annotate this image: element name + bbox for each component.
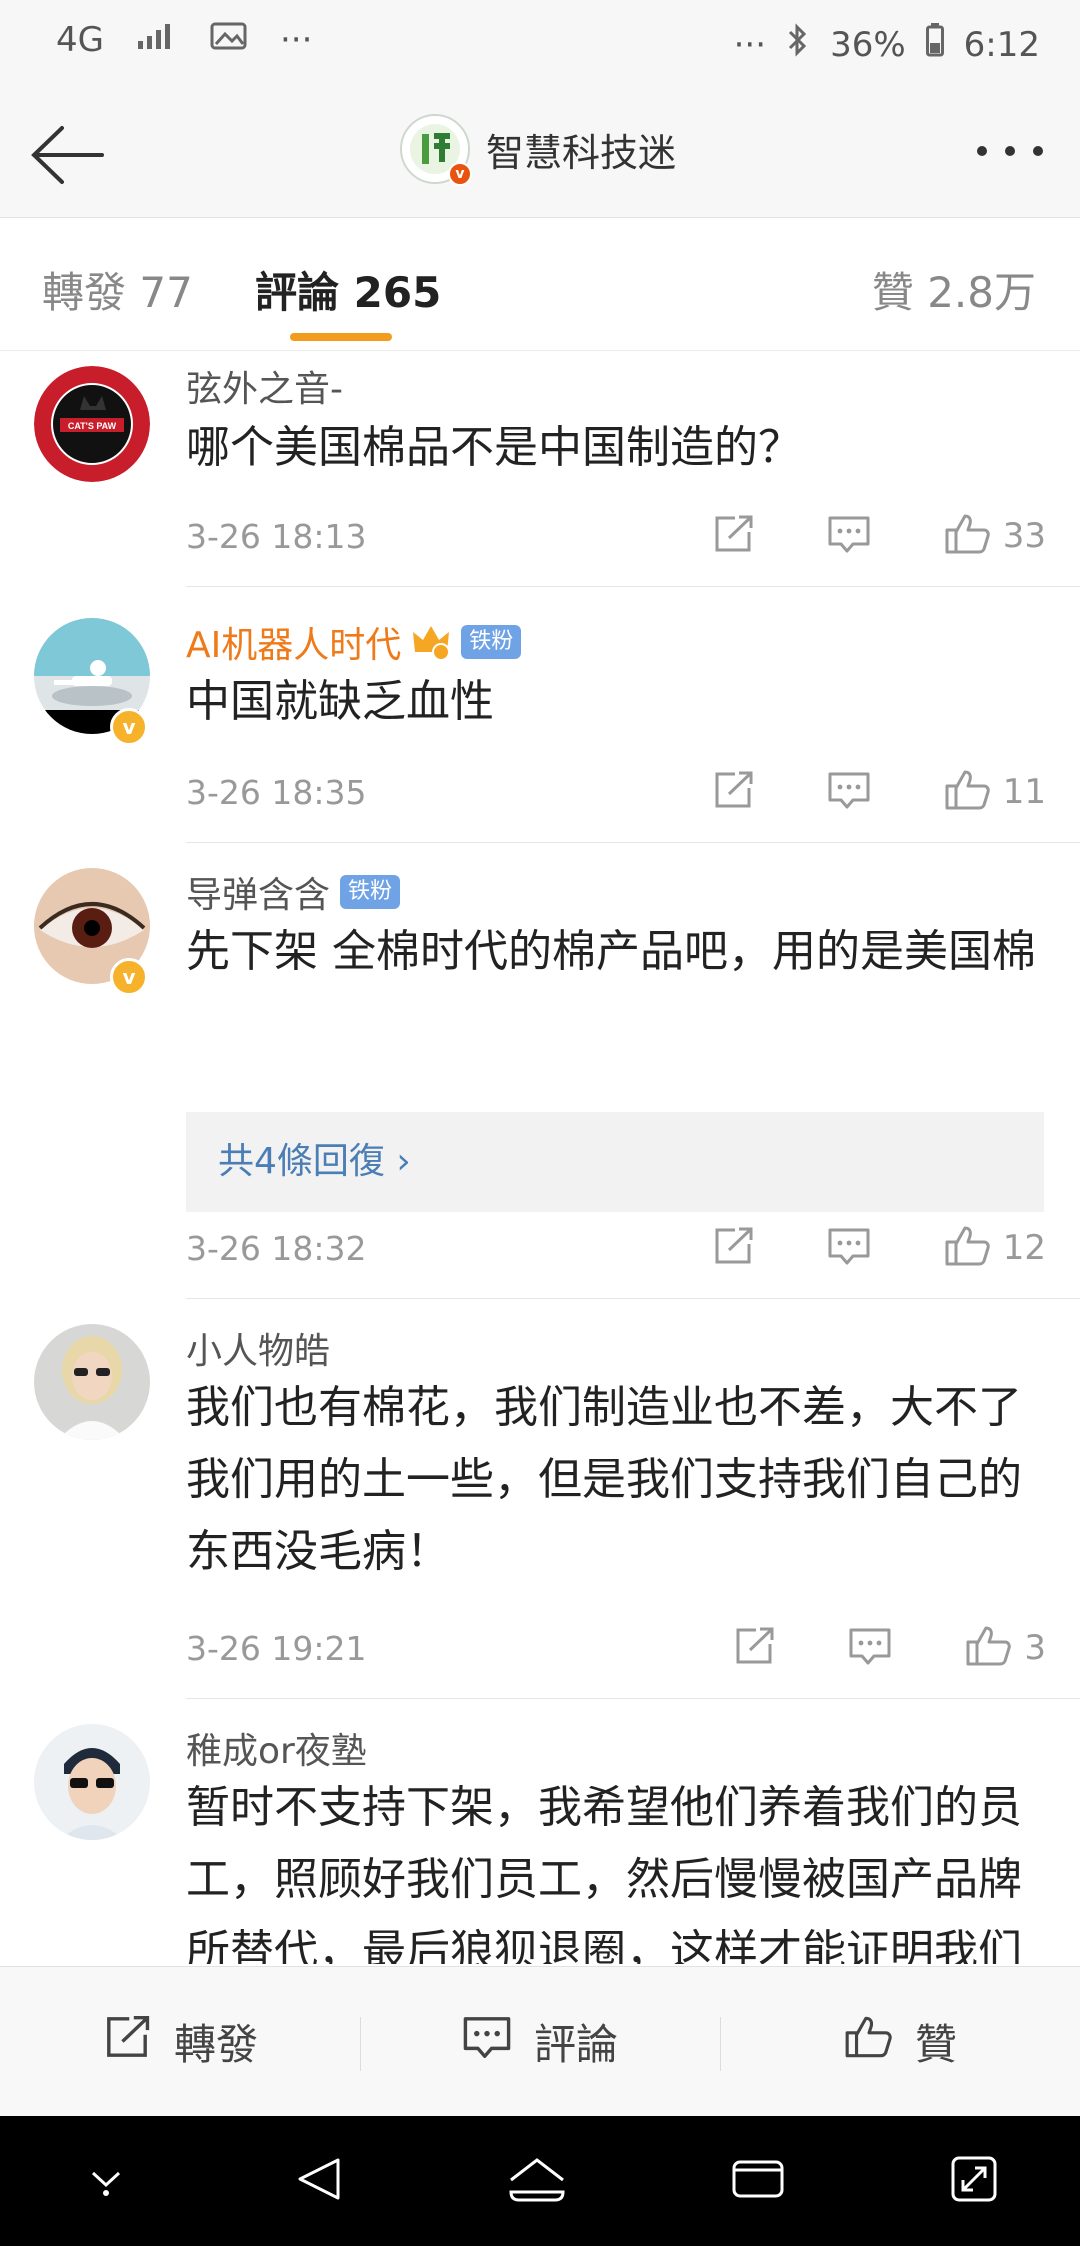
signal-icon — [136, 20, 178, 60]
like-icon[interactable] — [943, 1224, 991, 1272]
like-icon[interactable] — [964, 1624, 1012, 1672]
crown-icon — [411, 624, 451, 661]
avatar[interactable] — [34, 1324, 150, 1440]
divider — [186, 1698, 1080, 1699]
system-navigation-bar — [0, 2116, 1080, 2246]
comment-text: 哪个美国棉品不是中国制造的？ — [186, 422, 802, 473]
username[interactable]: 导弹含含 铁粉 — [186, 866, 401, 918]
svg-text:CAT'S PAW: CAT'S PAW — [68, 421, 117, 431]
clock: 6:12 — [963, 24, 1040, 65]
comment-item: CAT'S PAW 弦外之音- 哪个美国棉品不是中国制造的？ 3-26 18:1… — [0, 352, 1080, 588]
comment-icon[interactable] — [827, 770, 871, 814]
comment-text: 中国就缺乏血性 — [186, 676, 494, 727]
tab-bar: 轉發 77 評論 265 贊 2.8万 — [0, 219, 1080, 351]
avatar[interactable] — [34, 1724, 150, 1840]
comment-icon — [462, 2014, 512, 2070]
comment-text: 我们也有棉花，我们制造业也不差，大不了我们用的土一些，但是我们支持我们自己的东西… — [186, 1382, 1022, 1577]
more-dots-icon — [977, 146, 1043, 156]
person-sunglasses-icon — [34, 1724, 150, 1840]
comment-meta: 3-26 18:13 33 — [186, 506, 1046, 566]
comment-item: 稚成or夜塾 暂时不支持下架，我希望他们养着我们的员工，照顾好我们员工，然后慢慢… — [0, 1700, 1080, 1964]
like-count: 11 — [1002, 772, 1046, 812]
username[interactable]: AI机器人时代 铁粉 — [186, 616, 522, 668]
comment-label: 評論 — [533, 2020, 618, 2069]
cats-paw-logo-icon: CAT'S PAW — [34, 366, 150, 482]
repost-label: 轉發 — [173, 2020, 258, 2069]
tab-reposts[interactable]: 轉發 77 — [42, 259, 193, 320]
more-button[interactable] — [970, 136, 1050, 166]
expand-screen-icon[interactable] — [949, 2154, 999, 2208]
comment-time: 3-26 18:35 — [186, 772, 367, 812]
more-notifications-icon: ··· — [279, 20, 313, 60]
comment-time: 3-26 18:13 — [186, 516, 367, 556]
comment-list[interactable]: CAT'S PAW 弦外之音- 哪个美国棉品不是中国制造的？ 3-26 18:1… — [0, 352, 1080, 1964]
repost-button[interactable]: 轉發 — [0, 1967, 360, 2116]
divider — [186, 842, 1080, 843]
comment-time: 3-26 19:21 — [186, 1628, 367, 1668]
verified-badge: v — [110, 708, 148, 746]
account-name: 智慧科技迷 — [486, 130, 677, 175]
account-avatar[interactable]: v — [400, 114, 472, 186]
fan-badge: 铁粉 — [461, 625, 522, 659]
repost-icon[interactable] — [711, 514, 755, 558]
back-button[interactable] — [28, 120, 108, 190]
back-nav-icon[interactable] — [294, 2154, 344, 2208]
account-header[interactable]: v 智慧科技迷 — [400, 114, 677, 186]
recent-apps-icon[interactable] — [730, 2156, 786, 2206]
status-bar: 4G ··· ··· 36% 6:12 — [0, 0, 1080, 90]
hide-keyboard-icon[interactable] — [81, 2159, 131, 2203]
tab-comments[interactable]: 評論 265 — [255, 259, 441, 320]
comment-meta: 3-26 18:35 11 — [186, 762, 1046, 822]
repost-icon[interactable] — [711, 1226, 755, 1270]
repost-icon[interactable] — [732, 1626, 776, 1670]
username[interactable]: 稚成or夜塾 — [186, 1722, 367, 1774]
tab-likes[interactable]: 贊 2.8万 — [872, 259, 1036, 320]
battery-percent: 36% — [830, 24, 906, 65]
network-indicator: 4G — [56, 20, 104, 60]
comment-item: v 导弹含含 铁粉 先下架 全棉时代的棉产品吧，用的是美国棉 共4條回復 › 3… — [0, 844, 1080, 1300]
bottom-action-bar: 轉發 評論 贊 — [0, 1966, 1080, 2116]
verified-badge: v — [110, 958, 148, 996]
arrow-left-icon — [31, 126, 104, 184]
comment-meta: 3-26 18:32 12 — [186, 1218, 1046, 1278]
verified-badge: v — [448, 162, 472, 186]
like-icon[interactable] — [943, 512, 991, 560]
comment-item: v AI机器人时代 铁粉 中国就缺乏血性 3-26 18:35 11 — [0, 588, 1080, 844]
comment-text: 先下架 全棉时代的棉产品吧，用的是美国棉 — [186, 926, 1036, 977]
like-count: 3 — [1024, 1628, 1046, 1668]
comment-time: 3-26 18:32 — [186, 1228, 367, 1268]
bluetooth-icon — [786, 22, 810, 67]
comment-button[interactable]: 評論 — [360, 1967, 720, 2116]
comment-icon[interactable] — [848, 1626, 892, 1670]
divider — [186, 586, 1080, 587]
like-icon[interactable] — [943, 768, 991, 816]
person-photo-icon — [34, 1324, 150, 1440]
like-icon — [843, 2014, 893, 2070]
repost-icon — [102, 2014, 152, 2070]
comment-icon[interactable] — [827, 514, 871, 558]
comment-icon[interactable] — [827, 1226, 871, 1270]
image-notification-icon — [210, 20, 248, 60]
home-nav-icon[interactable] — [507, 2154, 567, 2208]
username[interactable]: 弦外之音- — [186, 360, 343, 412]
like-count: 12 — [1002, 1228, 1046, 1268]
active-tab-indicator — [290, 333, 392, 341]
divider — [186, 1298, 1080, 1299]
repost-icon[interactable] — [711, 770, 755, 814]
more-status-icon: ··· — [733, 24, 767, 65]
avatar[interactable]: CAT'S PAW — [34, 366, 150, 482]
comment-meta: 3-26 19:21 3 — [186, 1618, 1046, 1678]
like-label: 贊 — [914, 2020, 957, 2069]
username[interactable]: 小人物皓 — [186, 1322, 330, 1374]
battery-icon — [925, 23, 944, 66]
like-button[interactable]: 贊 — [720, 1967, 1080, 2116]
fan-badge: 铁粉 — [340, 875, 401, 909]
comment-item: 小人物皓 我们也有棉花，我们制造业也不差，大不了我们用的土一些，但是我们支持我们… — [0, 1300, 1080, 1700]
app-bar: v 智慧科技迷 — [0, 90, 1080, 218]
comment-text: 暂时不支持下架，我希望他们养着我们的员工，照顾好我们员工，然后慢慢被国产品牌所替… — [186, 1782, 1022, 1964]
like-count: 33 — [1002, 516, 1046, 556]
view-replies-link[interactable]: 共4條回復 › — [186, 1112, 1044, 1212]
